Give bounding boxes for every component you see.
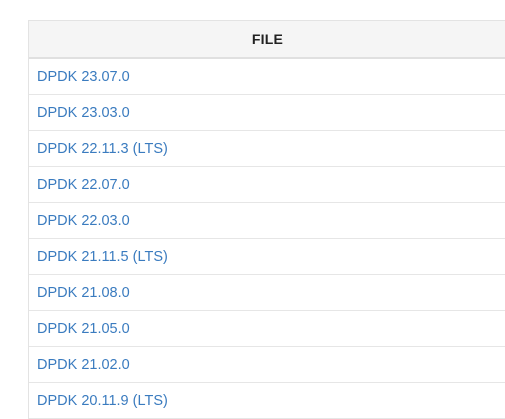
releases-table-container: FILE DPDK 23.07.0 DPDK 23.03.0 DPDK 22.1… — [28, 20, 505, 419]
table-cell: DPDK 22.07.0 — [29, 166, 505, 203]
table-cell: DPDK 22.11.3 (LTS) — [29, 130, 505, 167]
releases-table: FILE DPDK 23.07.0 DPDK 23.03.0 DPDK 22.1… — [29, 20, 505, 419]
release-link[interactable]: DPDK 21.05.0 — [37, 321, 130, 337]
table-row: DPDK 21.02.0 — [29, 346, 505, 383]
table-row: DPDK 21.08.0 — [29, 274, 505, 311]
release-link[interactable]: DPDK 22.03.0 — [37, 213, 130, 229]
release-link[interactable]: DPDK 21.11.5 (LTS) — [37, 249, 168, 265]
table-row: DPDK 23.03.0 — [29, 94, 505, 131]
table-cell: DPDK 21.02.0 — [29, 346, 505, 383]
release-link[interactable]: DPDK 21.08.0 — [37, 285, 130, 301]
table-cell: DPDK 21.05.0 — [29, 310, 505, 347]
release-link[interactable]: DPDK 23.03.0 — [37, 105, 130, 121]
release-link[interactable]: DPDK 23.07.0 — [37, 69, 130, 85]
column-header-file: FILE — [29, 20, 505, 59]
table-cell: DPDK 23.07.0 — [29, 58, 505, 95]
table-row: DPDK 22.11.3 (LTS) — [29, 130, 505, 167]
table-cell: DPDK 21.08.0 — [29, 274, 505, 311]
table-row: DPDK 22.03.0 — [29, 202, 505, 239]
release-link[interactable]: DPDK 20.11.9 (LTS) — [37, 393, 168, 409]
release-link[interactable]: DPDK 21.02.0 — [37, 357, 130, 373]
table-row: DPDK 20.11.9 (LTS) — [29, 382, 505, 419]
table-row: DPDK 22.07.0 — [29, 166, 505, 203]
table-cell: DPDK 23.03.0 — [29, 94, 505, 131]
table-row: DPDK 23.07.0 — [29, 58, 505, 95]
table-cell: DPDK 20.11.9 (LTS) — [29, 382, 505, 419]
table-row: DPDK 21.11.5 (LTS) — [29, 238, 505, 275]
table-row: DPDK 21.05.0 — [29, 310, 505, 347]
table-cell: DPDK 21.11.5 (LTS) — [29, 238, 505, 275]
table-header-row: FILE — [29, 20, 505, 59]
release-link[interactable]: DPDK 22.07.0 — [37, 177, 130, 193]
release-link[interactable]: DPDK 22.11.3 (LTS) — [37, 141, 168, 157]
table-cell: DPDK 22.03.0 — [29, 202, 505, 239]
